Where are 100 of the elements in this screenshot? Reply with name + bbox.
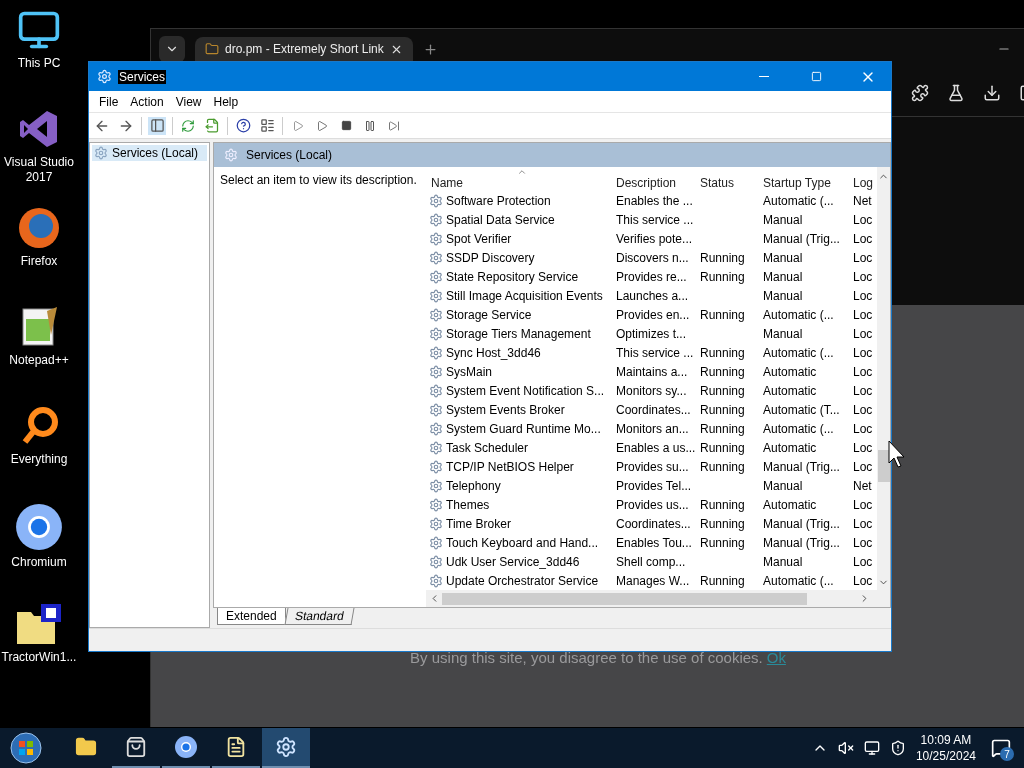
desktop-icon-label[interactable]: This PC xyxy=(17,56,61,71)
desktop-icon-label[interactable]: Everything xyxy=(10,452,68,467)
table-cell-text: Loc xyxy=(852,516,874,531)
message-icon xyxy=(991,738,1011,758)
new-tab-icon[interactable] xyxy=(422,41,438,57)
column-header[interactable]: Description xyxy=(612,167,696,191)
folder-icon xyxy=(75,736,97,758)
table-cell-text: Loc xyxy=(852,383,874,398)
tree-item[interactable]: Services (Local) xyxy=(92,145,207,161)
gear-icon xyxy=(429,250,443,265)
notifications-button[interactable]: 7 xyxy=(986,733,1016,763)
table-cell-text: Loc xyxy=(852,459,874,474)
menu-item[interactable]: Help xyxy=(207,94,245,109)
table-cell-text: Coordinates... xyxy=(615,516,692,531)
download-icon[interactable] xyxy=(983,83,1001,102)
desktop-icon-label[interactable]: Firefox xyxy=(20,254,58,269)
table-cell-text: Enables the ... xyxy=(615,193,694,208)
menu-item[interactable]: View xyxy=(169,94,208,109)
gear-icon xyxy=(429,345,443,360)
export-button[interactable] xyxy=(203,116,221,135)
scrollbar-thumb[interactable] xyxy=(877,450,890,482)
desktop-icon-label[interactable]: Visual Studio 2017 xyxy=(0,155,78,185)
table-cell-text: Loc xyxy=(852,421,874,436)
table-cell-text: Automatic xyxy=(762,440,818,455)
gear-icon xyxy=(429,383,443,398)
table-cell-text: Loc xyxy=(852,269,874,284)
help-icon xyxy=(235,118,251,133)
minimize-icon xyxy=(759,76,769,77)
column-header[interactable]: Startup Type xyxy=(759,167,849,191)
table-cell-text: Shell comp... xyxy=(615,554,687,569)
play-icon xyxy=(292,119,304,132)
view-tab[interactable]: Standard xyxy=(284,608,354,625)
service-name: Storage Tiers Management xyxy=(446,326,591,341)
description-hint: Select an item to view its description. xyxy=(219,172,418,189)
column-header[interactable]: Log xyxy=(849,167,877,191)
table-cell-text: Automatic (... xyxy=(762,345,835,360)
window-title: Services xyxy=(118,69,166,84)
menu-item[interactable]: File xyxy=(93,94,125,109)
shield-icon[interactable] xyxy=(889,740,906,756)
table-cell-text: Automatic xyxy=(762,383,818,398)
service-name: Task Scheduler xyxy=(446,440,529,455)
gear-icon xyxy=(429,326,443,341)
gear-icon xyxy=(429,535,443,550)
gear-icon xyxy=(429,440,443,455)
desktop-icon-label[interactable]: Chromium xyxy=(11,555,67,570)
play-icon xyxy=(316,119,328,132)
table-cell-text: Automatic (... xyxy=(762,193,835,208)
table-cell-text: Running xyxy=(699,307,746,322)
table-cell-text: Automatic (... xyxy=(762,307,835,322)
table-cell-text: Manual (Trig... xyxy=(762,516,841,531)
table-cell-text: Manual (Trig... xyxy=(762,459,841,474)
taskbar-app-button[interactable] xyxy=(262,728,310,768)
panel-toggle-button[interactable] xyxy=(148,116,166,135)
document-icon xyxy=(225,736,247,758)
table-cell-text: Manages W... xyxy=(615,573,691,588)
tab-list-button[interactable] xyxy=(159,36,185,62)
table-cell-text: Loc xyxy=(852,497,874,512)
vertical-scrollbar[interactable] xyxy=(877,167,890,590)
table-cell-text: Manual xyxy=(762,478,804,493)
table-cell-text: Manual (Trig... xyxy=(762,231,841,246)
table-cell-text: Running xyxy=(699,269,746,284)
table-cell-text: Manual xyxy=(762,326,804,341)
table-cell-text: Discovers n... xyxy=(615,250,690,265)
gear-icon xyxy=(429,459,443,474)
horizontal-scrollbar[interactable] xyxy=(426,590,890,607)
speaker-muted-icon[interactable] xyxy=(837,740,854,756)
browser-tab[interactable]: dro.pm - Extremely Short Link xyxy=(195,37,413,61)
menu-item[interactable]: Action xyxy=(124,94,170,109)
sort-caret-icon xyxy=(516,167,527,177)
table-cell-text: Running xyxy=(699,497,746,512)
table-cell-text: Monitors sy... xyxy=(615,383,688,398)
scrollbar-thumb[interactable] xyxy=(442,592,807,605)
table-cell-text: Running xyxy=(699,573,746,588)
flask-icon[interactable] xyxy=(947,83,965,102)
clock-date: 10/25/2024 xyxy=(915,748,976,764)
gear-icon xyxy=(429,288,443,303)
help-button[interactable] xyxy=(234,116,252,135)
service-name: Udk User Service_3dd46 xyxy=(446,554,580,569)
table-cell-text: Running xyxy=(699,383,746,398)
tab-title: dro.pm - Extremely Short Link xyxy=(225,42,384,56)
view-tab[interactable]: Extended xyxy=(217,608,286,625)
gear-icon xyxy=(275,736,297,758)
service-name: State Repository Service xyxy=(446,269,579,284)
table-cell-text: Loc xyxy=(852,573,874,588)
table-cell-text: Provides su... xyxy=(615,459,690,474)
puzzle-icon[interactable] xyxy=(911,83,929,102)
properties-button[interactable] xyxy=(258,116,276,135)
notification-count: 7 xyxy=(1000,747,1014,761)
table-cell-text: Running xyxy=(699,535,746,550)
table-cell-text: Manual xyxy=(762,212,804,227)
tree-item-label: Services (Local) xyxy=(112,146,199,160)
column-header[interactable]: Name xyxy=(429,167,612,191)
network-icon[interactable] xyxy=(863,740,880,756)
table-cell-text: Verifies pote... xyxy=(615,231,694,246)
desktop-icon-label[interactable]: TractorWin1... xyxy=(1,650,77,665)
table-cell-text: This service ... xyxy=(615,345,695,360)
table-cell-text: Automatic xyxy=(762,364,818,379)
column-header[interactable]: Status xyxy=(696,167,759,191)
desktop-icon-label[interactable]: Notepad++ xyxy=(9,353,69,368)
chromium-logo-icon xyxy=(15,503,63,551)
